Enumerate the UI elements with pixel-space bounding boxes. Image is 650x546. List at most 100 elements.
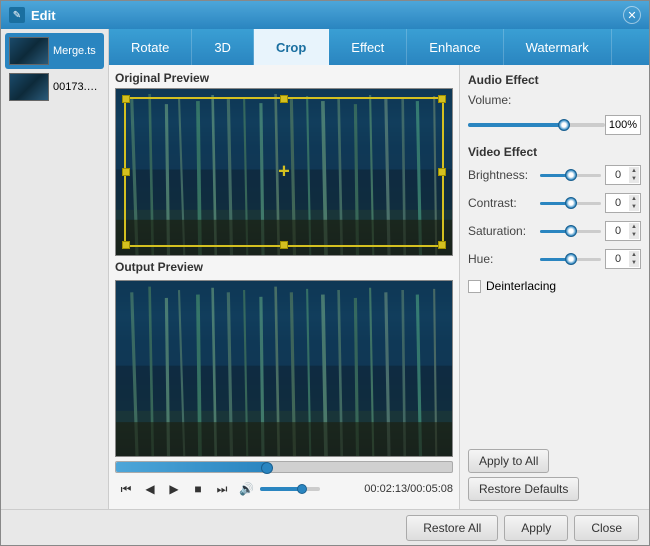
file-name-1: 00173.MTS (53, 81, 100, 93)
apply-restore-buttons: Apply to All Restore Defaults (468, 449, 641, 501)
volume-slider[interactable] (260, 487, 320, 491)
volume-thumb[interactable] (297, 484, 307, 494)
video-section-title: Video Effect (468, 145, 641, 159)
contrast-up[interactable]: ▲ (629, 195, 639, 203)
contrast-value-box: 0 ▲ ▼ (605, 193, 641, 213)
saturation-value-box: 0 ▲ ▼ (605, 221, 641, 241)
timeline-thumb[interactable] (261, 462, 273, 474)
spacer (468, 293, 641, 445)
tab-rotate[interactable]: Rotate (109, 29, 192, 65)
deinterlace-label: Deinterlacing (486, 279, 556, 293)
close-button[interactable]: ✕ (623, 6, 641, 24)
main-content: Rotate 3D Crop Effect Enhance Watermark (109, 29, 649, 509)
app-icon: ✎ (9, 7, 25, 23)
play-button[interactable]: ▶ (163, 478, 185, 500)
file-item-1[interactable]: 00173.MTS (5, 69, 104, 105)
preview-and-controls: Original Preview (109, 65, 649, 509)
title-bar: ✎ Edit ✕ (1, 1, 649, 29)
hue-thumb[interactable] (565, 253, 577, 265)
brightness-thumb[interactable] (565, 169, 577, 181)
hue-slider-container (540, 251, 601, 267)
contrast-spinner: ▲ ▼ (629, 195, 639, 211)
original-preview: + (115, 88, 453, 256)
audio-section-title: Audio Effect (468, 73, 641, 87)
left-sidebar: Merge.ts 00173.MTS (1, 29, 109, 509)
content-area: Merge.ts 00173.MTS Rotate 3D Crop (1, 29, 649, 509)
volume-slider-h[interactable] (468, 123, 605, 127)
brightness-down[interactable]: ▼ (629, 175, 639, 183)
tab-enhance[interactable]: Enhance (407, 29, 503, 65)
restore-all-button[interactable]: Restore All (406, 515, 498, 541)
stop-button[interactable]: ■ (187, 478, 209, 500)
saturation-up[interactable]: ▲ (629, 223, 639, 231)
file-thumb-1 (9, 73, 49, 101)
volume-icon: 🔊 (239, 482, 254, 496)
contrast-thumb[interactable] (565, 197, 577, 209)
hue-control-row: Hue: 0 ▲ ▼ (468, 249, 641, 269)
video-scene-svg (116, 89, 452, 255)
hue-down[interactable]: ▼ (629, 259, 639, 267)
volume-fill (260, 487, 302, 491)
saturation-slider-container (540, 223, 601, 239)
skip-end-button[interactable]: ⏭ (211, 478, 233, 500)
tab-3d[interactable]: 3D (192, 29, 254, 65)
hue-spinner: ▲ ▼ (629, 251, 639, 267)
volume-fill-h (468, 123, 564, 127)
deinterlace-row: Deinterlacing (468, 279, 641, 293)
tab-effect[interactable]: Effect (329, 29, 407, 65)
file-item-0[interactable]: Merge.ts (5, 33, 104, 69)
apply-button[interactable]: Apply (504, 515, 568, 541)
volume-label: Volume: (468, 93, 540, 107)
volume-slider-row: 100% (468, 115, 641, 135)
volume-value-box[interactable]: 100% (605, 115, 641, 135)
restore-defaults-button[interactable]: Restore Defaults (468, 477, 579, 501)
saturation-label: Saturation: (468, 224, 540, 238)
deinterlace-checkbox[interactable] (468, 280, 481, 293)
contrast-down[interactable]: ▼ (629, 203, 639, 211)
output-preview-label: Output Preview (115, 260, 453, 274)
brightness-spinner: ▲ ▼ (629, 167, 639, 183)
file-name-0: Merge.ts (53, 45, 96, 57)
contrast-slider-container (540, 195, 601, 211)
time-display: 00:02:13/00:05:08 (364, 483, 453, 495)
original-preview-label: Original Preview (115, 71, 453, 85)
hue-value-box: 0 ▲ ▼ (605, 249, 641, 269)
output-video-background (116, 281, 452, 456)
preview-panel: Original Preview (109, 65, 459, 509)
close-bottom-button[interactable]: Close (574, 515, 639, 541)
hue-label: Hue: (468, 252, 540, 266)
brightness-slider-track[interactable] (540, 174, 601, 177)
volume-control-row: Volume: (468, 93, 641, 107)
saturation-slider-track[interactable] (540, 230, 601, 233)
saturation-down[interactable]: ▼ (629, 231, 639, 239)
apply-to-all-button[interactable]: Apply to All (468, 449, 549, 473)
brightness-control-row: Brightness: 0 ▲ ▼ (468, 165, 641, 185)
brightness-up[interactable]: ▲ (629, 167, 639, 175)
hue-slider-track[interactable] (540, 258, 601, 261)
timeline-progress (116, 462, 267, 472)
bottom-bar: Restore All Apply Close (1, 509, 649, 545)
skip-start-button[interactable]: ⏮ (115, 478, 137, 500)
volume-thumb-h[interactable] (558, 119, 570, 131)
timeline-bar[interactable] (115, 461, 453, 473)
brightness-label: Brightness: (468, 168, 540, 182)
contrast-slider-track[interactable] (540, 202, 601, 205)
tab-watermark[interactable]: Watermark (504, 29, 612, 65)
window-title: Edit (31, 8, 623, 23)
file-thumb-0 (9, 37, 49, 65)
edit-window: ✎ Edit ✕ Merge.ts 00173.MTS Rotate (0, 0, 650, 546)
saturation-thumb[interactable] (565, 225, 577, 237)
output-preview (115, 280, 453, 457)
contrast-label: Contrast: (468, 196, 540, 210)
tab-crop[interactable]: Crop (254, 29, 329, 65)
brightness-slider-container (540, 167, 601, 183)
contrast-control-row: Contrast: 0 ▲ ▼ (468, 193, 641, 213)
right-panel: Audio Effect Volume: 100% (459, 65, 649, 509)
controls-bar: ⏮ ◀ ▶ ■ ⏭ 🔊 00:02:13/00:05:08 (115, 475, 453, 503)
saturation-spinner: ▲ ▼ (629, 223, 639, 239)
prev-frame-button[interactable]: ◀ (139, 478, 161, 500)
brightness-value-box: 0 ▲ ▼ (605, 165, 641, 185)
tabs-bar: Rotate 3D Crop Effect Enhance Watermark (109, 29, 649, 65)
saturation-control-row: Saturation: 0 ▲ ▼ (468, 221, 641, 241)
hue-up[interactable]: ▲ (629, 251, 639, 259)
